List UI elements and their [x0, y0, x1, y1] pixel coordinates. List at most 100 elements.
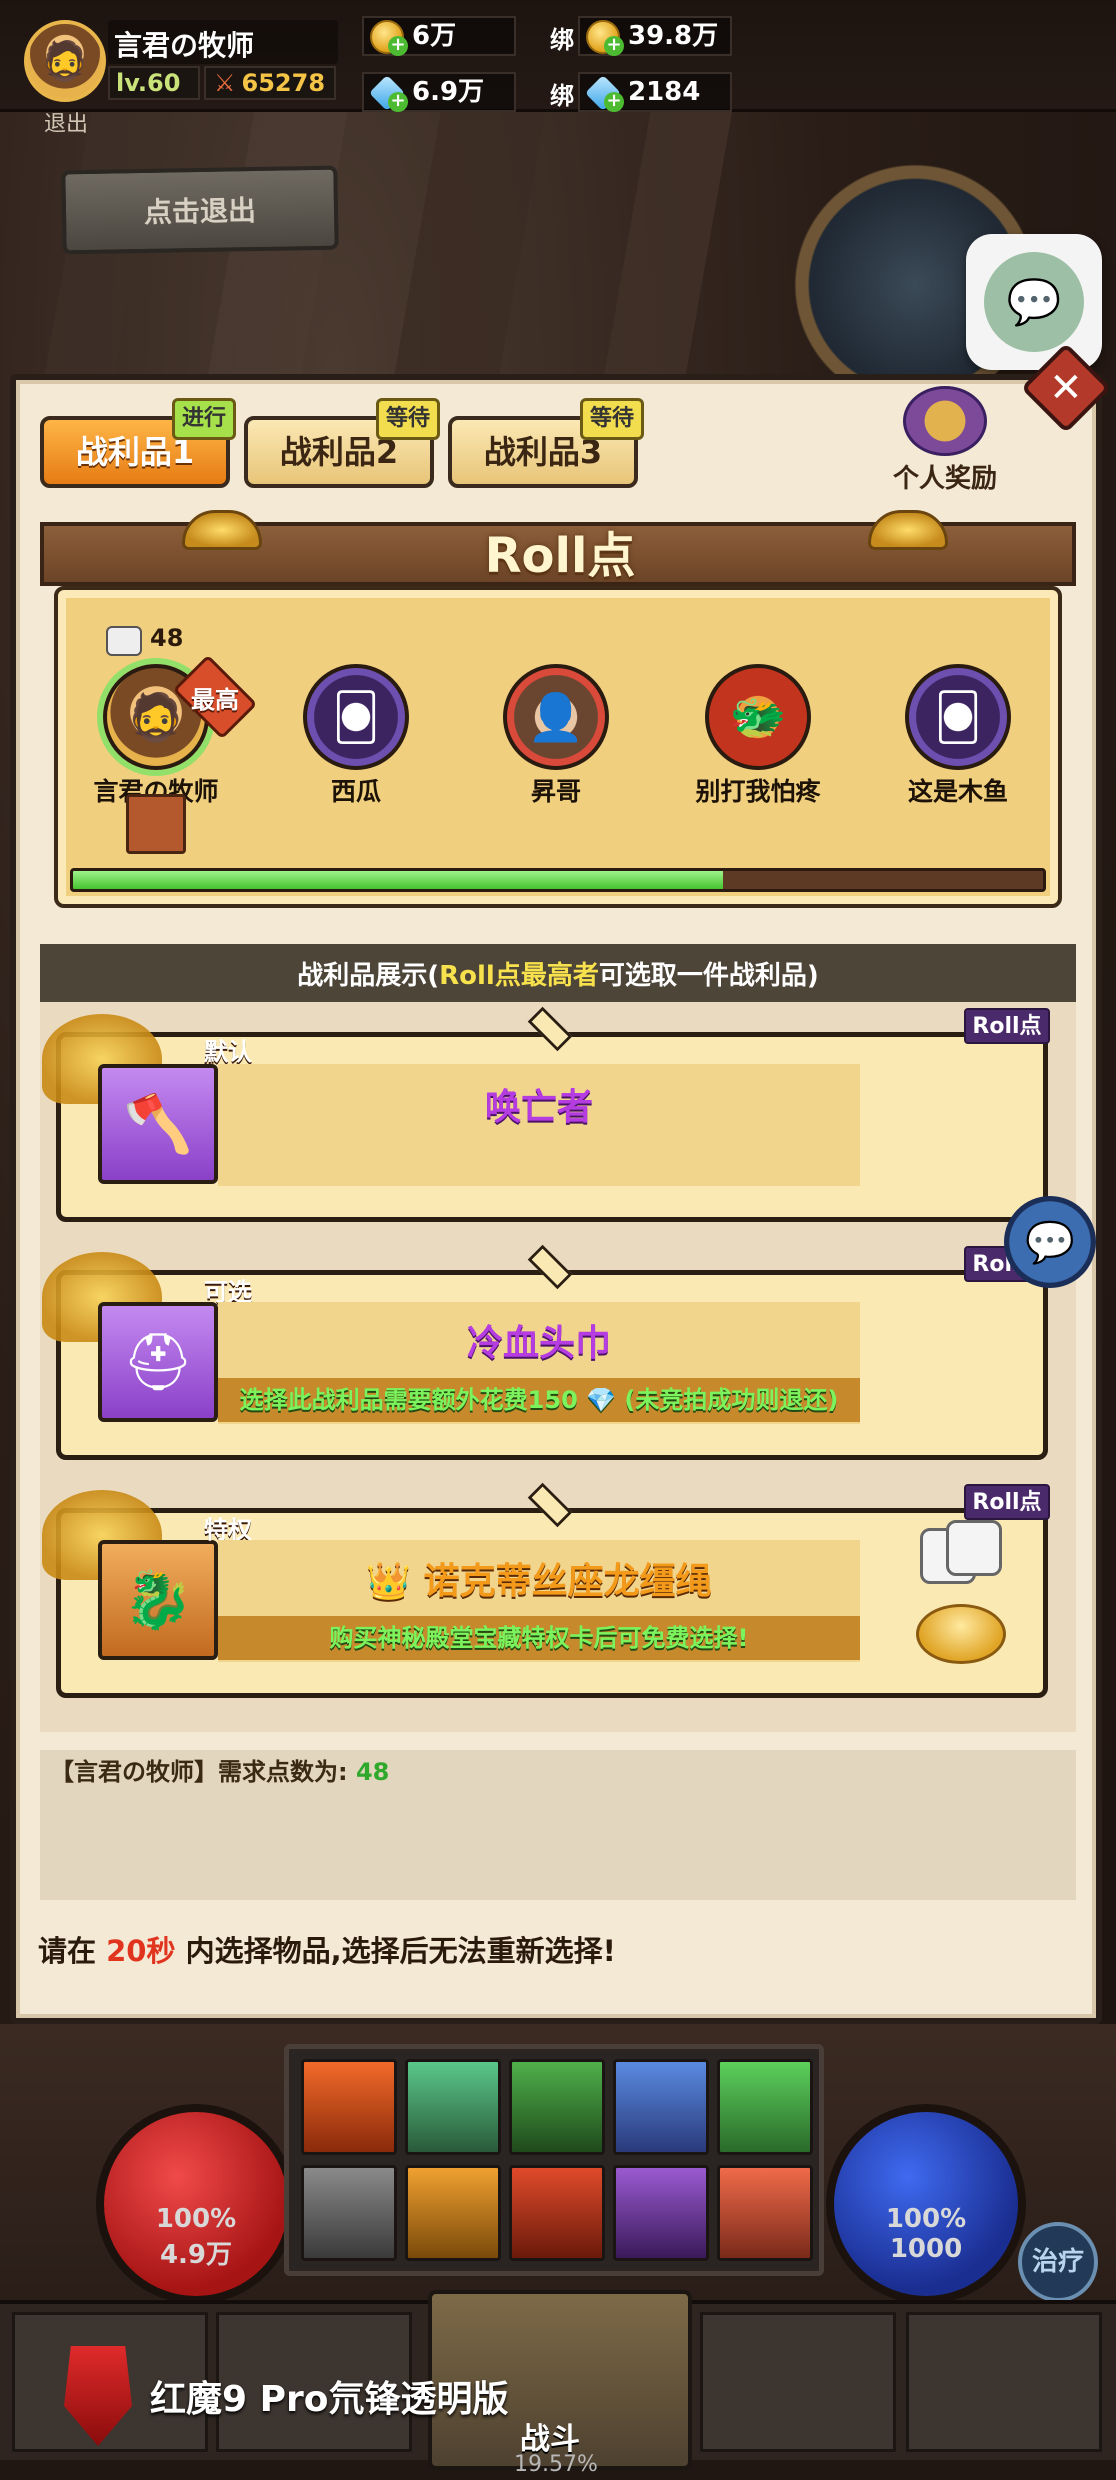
loot-name: 唤亡者	[484, 1087, 593, 1128]
loot-name: 冷血头巾	[466, 1323, 611, 1364]
wechat-float-button[interactable]: 💬	[966, 234, 1102, 370]
tab-loot-1[interactable]: 战利品1 进行	[40, 398, 236, 488]
selected-item-thumbnail	[126, 794, 186, 854]
roll-player: 🃏 西瓜	[276, 664, 436, 808]
red-magic-logo-icon	[64, 2346, 132, 2446]
gem-value: 6.9万	[412, 77, 485, 107]
bound-gem-tag: 绑	[550, 82, 574, 110]
dragon-mount-icon: 🐉	[98, 1540, 218, 1660]
chat-button[interactable]: 💬	[1004, 1196, 1096, 1288]
gem-resource[interactable]: + 6.9万	[362, 72, 516, 112]
gold-bid-button[interactable]	[916, 1604, 1006, 1664]
shield-skill-icon[interactable]	[301, 2165, 397, 2261]
dice-icon	[106, 626, 142, 656]
plus-icon: +	[388, 92, 408, 112]
loot-info-strip: 战利品展示( Roll点最高者 可选取一件战利品)	[40, 944, 1076, 1002]
highest-badge: 最高	[191, 686, 239, 714]
need-points-text: 【言君の牧师】需求点数为: 48	[50, 1752, 389, 1787]
player-name: 这是木鱼	[907, 777, 1008, 806]
mp-percent: 100%	[885, 2204, 967, 2234]
player-avatar: 🃏	[303, 664, 409, 770]
tab-loot-3[interactable]: 战利品3 等待	[448, 398, 644, 488]
staff-skill-icon[interactable]	[613, 2059, 709, 2155]
player-name: 昇哥	[530, 777, 581, 806]
need-value: 48	[355, 1758, 390, 1786]
info-prefix: 战利品展示(	[297, 960, 440, 991]
wechat-icon: 💬	[984, 252, 1084, 352]
exp-percent: 19.57%	[514, 2452, 598, 2477]
personal-reward-label: 个人奖励	[892, 464, 997, 494]
crystal-skill-icon[interactable]	[405, 2059, 501, 2155]
player-name: 西瓜	[330, 777, 381, 806]
combat-power-value: 65278	[241, 69, 326, 97]
ghost-skill-icon[interactable]	[613, 2165, 709, 2261]
nav-slot[interactable]	[906, 2312, 1102, 2452]
bound-gold-tag: 绑	[550, 26, 574, 54]
treasure-chest-icon	[903, 386, 987, 456]
bound-gold-value: 39.8万	[628, 21, 719, 51]
roll-title: Roll点	[484, 528, 636, 584]
holy-skill-icon[interactable]	[405, 2165, 501, 2261]
info-suffix: 可选取一件战利品)	[598, 960, 819, 991]
player-avatar: 🐲	[705, 664, 811, 770]
heal-button[interactable]: 治疗	[1018, 2222, 1098, 2302]
timer-seconds: 20秒	[106, 1934, 176, 1968]
roll-dice-button[interactable]	[916, 1520, 1006, 1592]
plus-icon: +	[388, 36, 408, 56]
hp-percent: 100%	[155, 2204, 237, 2234]
mp-amount: 1000	[889, 2234, 963, 2264]
info-highlight: Roll点最高者	[439, 960, 599, 991]
bound-gem-value: 2184	[628, 77, 701, 107]
top-status-bar: 🧔 言君の牧师 lv.60 ⚔ 65278 + 6万 + 6.9万 绑 + 39.…	[0, 0, 1116, 112]
heal-skill-icon[interactable]	[717, 2059, 813, 2155]
plus-icon: +	[604, 36, 624, 56]
bound-gem-resource[interactable]: + 2184	[578, 72, 732, 112]
loot-roll-label: Roll点	[964, 1008, 1050, 1044]
player-avatar: 👤	[503, 664, 609, 770]
tab-loot-2[interactable]: 战利品2 等待	[244, 398, 440, 488]
timer-prefix: 请在	[38, 1934, 107, 1968]
exit-button[interactable]: 点击退出	[61, 165, 339, 255]
crown-emblem-icon: 👑	[366, 1561, 424, 1602]
axe-icon: 🪓	[98, 1064, 218, 1184]
player-avatar: 🃏	[905, 664, 1011, 770]
dice-count: 48	[150, 624, 184, 652]
bound-gold-resource[interactable]: + 39.8万	[578, 16, 732, 56]
strike-skill-icon[interactable]	[717, 2165, 813, 2261]
fire-skill-icon[interactable]	[301, 2059, 397, 2155]
roll-player: 🃏 这是木鱼	[878, 664, 1038, 808]
player-name: 别打我怕疼	[695, 777, 821, 806]
mp-orb: 100% 1000	[826, 2104, 1026, 2304]
selection-timer: 请在 20秒 内选择物品,选择后无法重新选择!	[38, 1928, 616, 1970]
flame-skill-icon[interactable]	[509, 2165, 605, 2261]
need-prefix: 【言君の牧师】需求点数为:	[50, 1758, 348, 1786]
personal-reward-button[interactable]: 个人奖励	[880, 386, 1010, 494]
combat-power: ⚔ 65278	[204, 66, 336, 100]
chat-icon: 💬	[1025, 1219, 1075, 1266]
poison-skill-icon[interactable]	[509, 2059, 605, 2155]
roll-progress-bar	[70, 868, 1046, 892]
device-watermark-text: 红魔9 Pro氘锋透明版	[150, 2379, 509, 2420]
loot-name: 👑 诺克蒂丝座龙缰绳	[218, 1552, 860, 1604]
roll-progress-fill	[73, 871, 723, 889]
hp-amount: 4.9万	[159, 2240, 233, 2270]
sword-icon: ⚔	[214, 69, 236, 97]
nav-slot[interactable]	[700, 2312, 896, 2452]
plus-icon: +	[604, 92, 624, 112]
loot-note: 购买神秘殿堂宝藏特权卡后可免费选择!	[218, 1616, 860, 1660]
player-name: 言君の牧师	[114, 29, 255, 62]
player-level: lv.60	[108, 66, 200, 100]
player-avatar[interactable]: 🧔	[24, 20, 106, 102]
hp-orb: 100% 4.9万	[96, 2104, 296, 2304]
tab-status-badge: 进行	[172, 398, 236, 440]
tab-status-badge: 等待	[580, 398, 644, 440]
dice-icon	[946, 1520, 1002, 1576]
loot-name-text: 诺克蒂丝座龙缰绳	[423, 1561, 712, 1602]
roll-player: 👤 昇哥	[476, 664, 636, 808]
tab-status-badge: 等待	[376, 398, 440, 440]
loot-note: 选择此战利品需要额外花费150 💎 (未竞拍成功则退还)	[218, 1378, 860, 1422]
gold-resource[interactable]: + 6万	[362, 16, 516, 56]
skill-grid	[284, 2044, 824, 2276]
helmet-icon: ⛑	[98, 1302, 218, 1422]
device-watermark: 红魔9 Pro氘锋透明版	[64, 2346, 508, 2446]
